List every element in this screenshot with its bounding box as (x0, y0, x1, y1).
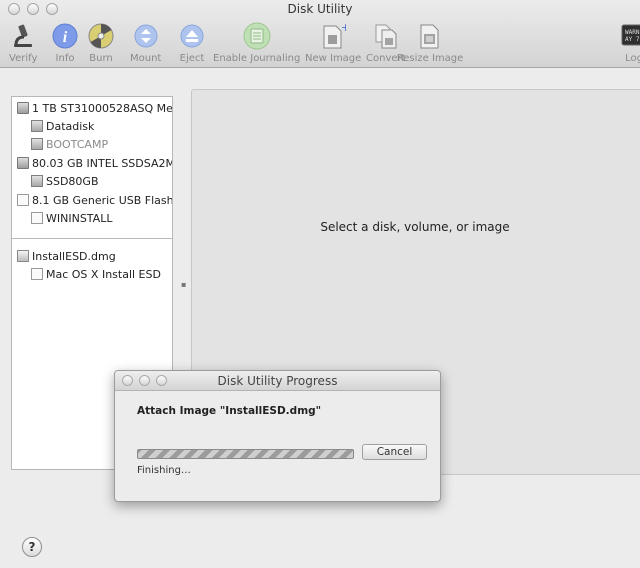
mount-label: Mount (130, 53, 162, 64)
enable-journaling-label: Enable Journaling (213, 53, 301, 64)
splitter-handle[interactable]: ▪ (181, 280, 186, 289)
volume-label: BOOTCAMP (46, 137, 109, 151)
new-image-icon: + (319, 22, 347, 50)
image-item-installesd[interactable]: InstallESD.dmg (17, 247, 116, 265)
dialog-operation-label: Attach Image "InstallESD.dmg" (137, 405, 322, 417)
disk-item-intel-ssd[interactable]: 80.03 GB INTEL SSDSA2M0... (17, 154, 172, 172)
resize-image-icon (416, 22, 444, 50)
info-label: Info (55, 53, 75, 64)
volume-item-mac-os-x-install-esd[interactable]: Mac OS X Install ESD (31, 265, 161, 283)
sidebar-divider (12, 238, 172, 239)
journaling-icon (243, 22, 271, 50)
dialog-close-button[interactable] (122, 375, 133, 386)
volume-icon (31, 138, 43, 150)
hard-disk-icon (17, 102, 29, 114)
title-bar: Disk Utility Verify i Info Burn Mount Ej… (0, 0, 640, 68)
eject-label: Eject (179, 53, 205, 64)
disk-item-usb-flash[interactable]: 8.1 GB Generic USB Flash D... (17, 191, 173, 209)
cancel-button[interactable]: Cancel (362, 444, 427, 460)
window-title: Disk Utility (287, 2, 353, 16)
info-icon: i (51, 22, 79, 50)
usb-drive-icon (17, 194, 29, 206)
no-selection-message: Select a disk, volume, or image (320, 220, 510, 234)
verify-button[interactable]: Verify (9, 22, 37, 64)
help-button[interactable]: ? (22, 537, 42, 557)
disk-image-icon (17, 250, 29, 262)
progress-bar-stripes (138, 450, 353, 458)
svg-text:+: + (341, 22, 346, 34)
svg-text:i: i (63, 29, 68, 46)
log-button[interactable]: WARN AY 7: Log (620, 22, 640, 64)
progress-bar (137, 449, 354, 459)
dialog-window-controls (122, 375, 167, 386)
volume-label: Mac OS X Install ESD (46, 267, 161, 281)
volume-item-ssd80gb[interactable]: SSD80GB (31, 172, 99, 190)
eject-button[interactable]: Eject (178, 22, 206, 64)
mount-icon (132, 22, 160, 50)
new-image-button[interactable]: + New Image (305, 22, 361, 64)
eject-icon (178, 22, 206, 50)
volume-icon (31, 268, 43, 280)
volume-label: Datadisk (46, 119, 95, 133)
burn-label: Burn (89, 53, 113, 64)
disk-utility-window: Disk Utility Verify i Info Burn Mount Ej… (0, 0, 640, 568)
resize-image-button[interactable]: Resize Image (384, 22, 476, 64)
dialog-minimize-button[interactable] (139, 375, 150, 386)
volume-icon (31, 120, 43, 132)
log-icon: WARN AY 7: (620, 22, 640, 50)
disk-label: 1 TB ST31000528ASQ Media (32, 101, 173, 115)
volume-label: SSD80GB (46, 174, 99, 188)
log-label: Log (625, 53, 640, 64)
info-button[interactable]: i Info (51, 22, 79, 64)
disk-label: 80.03 GB INTEL SSDSA2M0... (32, 156, 172, 170)
burn-icon (87, 22, 115, 50)
disk-item-st31000528asq[interactable]: 1 TB ST31000528ASQ Media (17, 99, 173, 117)
burn-button[interactable]: Burn (87, 22, 115, 64)
enable-journaling-button[interactable]: Enable Journaling (213, 22, 300, 64)
svg-text:AY 7:: AY 7: (625, 36, 640, 43)
dialog-status-text: Finishing… (137, 465, 191, 476)
dialog-title-bar: Disk Utility Progress (115, 371, 440, 391)
volume-item-bootcamp[interactable]: BOOTCAMP (31, 135, 108, 153)
hard-disk-icon (17, 157, 29, 169)
new-image-label: New Image (305, 53, 362, 64)
dialog-zoom-button[interactable] (156, 375, 167, 386)
resize-image-label: Resize Image (396, 53, 464, 64)
svg-text:WARN: WARN (625, 29, 640, 36)
volume-icon (31, 175, 43, 187)
verify-label: Verify (9, 53, 38, 64)
toolbar: Verify i Info Burn Mount Eject Enable Jo… (0, 22, 640, 66)
mount-button[interactable]: Mount (130, 22, 161, 64)
image-label: InstallESD.dmg (32, 249, 116, 263)
disk-label: 8.1 GB Generic USB Flash D... (32, 193, 173, 207)
volume-item-datadisk[interactable]: Datadisk (31, 117, 94, 135)
progress-dialog: Disk Utility Progress Attach Image "Inst… (114, 370, 441, 502)
microscope-icon (9, 22, 37, 50)
